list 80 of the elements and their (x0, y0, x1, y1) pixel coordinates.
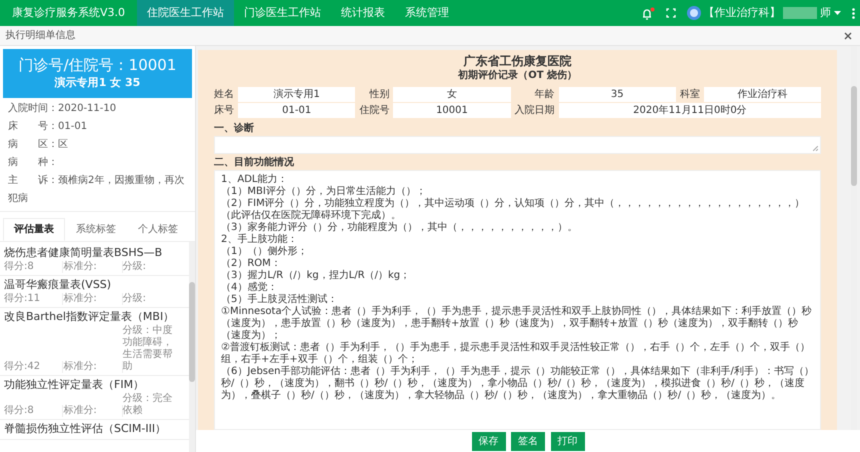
nav-tab[interactable]: 门诊医生工作站 (234, 0, 332, 26)
info-row-text: 病 区：区 (7, 138, 69, 152)
document-title: 广东省工伤康复医院 (462, 54, 573, 69)
field-label: 床号 (214, 104, 234, 118)
avatar-icon[interactable] (686, 6, 700, 20)
blurred-block (783, 7, 817, 19)
info-row-text: 入院时间：2020-11-10 (7, 102, 118, 116)
patient-summary: 演示专用1 女 35 (54, 75, 142, 91)
action-button[interactable]: 签名 (511, 432, 545, 450)
nav-tab[interactable]: 住院医生工作站 (137, 0, 234, 26)
scale-title: 功能独立性评定量表（FIM） (4, 377, 146, 393)
text-line: （1）（）侧外形； (221, 246, 308, 258)
user-name[interactable]: 师 (820, 4, 831, 22)
field-label: 住院号 (359, 104, 390, 118)
text-line: （3）握力L/R（/）kg，捏力L/R（/）kg； (221, 270, 412, 282)
text-line: （2）ROM： (221, 258, 282, 270)
field-label: 性别 (368, 88, 390, 102)
score-text: 得分:42 (4, 361, 64, 374)
text-line: （2）FIM评分（）分，功能独立程度为（），其中运动项（）分，认知项（）分，其中（，，，，，，，，，，，，，，，，，，）（此评估仅在医院无障碍环境下完成）。 (221, 198, 806, 222)
field-value: 10001 (393, 103, 511, 118)
info-row-text: 床 号：01-01 (7, 120, 88, 134)
side-tab[interactable]: 系统标签 (64, 218, 127, 240)
standard-score-text: 标准分: (63, 405, 123, 418)
field-label: 姓名 (214, 88, 234, 102)
field-value: 2020年11月11日0时0分 (558, 103, 822, 118)
nav-tab[interactable]: 系统管理 (395, 0, 460, 26)
scrollbar[interactable] (189, 242, 195, 452)
scale-title: 改良Barthel指数评定量表（MBI） (4, 309, 176, 324)
score-text: 得分:8 (4, 261, 64, 274)
field-label: 年龄 (534, 88, 555, 102)
section-heading: 一、诊断 (214, 122, 255, 136)
standard-score-text: 标准分: (63, 261, 123, 274)
app-title: 康复诊疗服务系统V3.0 (11, 4, 126, 21)
field-value: 35 (558, 87, 676, 102)
menu-icon[interactable] (852, 8, 854, 18)
scale-title: 烧伤患者健康简明量表BSHS—B (4, 245, 164, 260)
standard-score-text: 标准分: (63, 361, 123, 374)
field-label: 入院日期 (514, 104, 555, 118)
nav-tab[interactable]: 统计报表 (331, 0, 396, 26)
side-tab[interactable]: 个人标签 (126, 218, 189, 240)
text-line: 2、手上肢功能： (221, 234, 298, 246)
info-row-text: 病 种： (7, 156, 59, 170)
fullscreen-icon[interactable] (666, 8, 676, 18)
document-subtitle: 初期评价记录（OT 烧伤） (456, 69, 578, 82)
text-line: （3）家务能力评分（）分，功能程度为（），其中（，，，，，，，，，，）。 (221, 222, 578, 234)
text-line: ①Minnesota个人试验：患者（）手为利手，（）手为患手，提示患手灵活性和双手上肢协同性（），具体结果如下：利手放置（）秒（速度为），患手放置（）秒（速度为），患手翻转+放置（）秒（速度为），双手翻转+放置（）秒（速度为），双手翻转（）秒（速度为）； (221, 306, 813, 342)
scale-item[interactable]: 脊髓损伤独立性评估（SCIM-III） (0, 420, 189, 440)
standard-score-text: 标准分: (63, 293, 123, 306)
field-value: 作业治疗科 (704, 87, 822, 102)
section-heading: 二、目前功能情况 (214, 156, 295, 170)
field-label: 科室 (680, 88, 700, 102)
text-line: （5）手上肢灵活性测试： (221, 294, 338, 306)
score-text: 得分:8 (4, 405, 64, 418)
score-text: 得分:11 (4, 293, 64, 306)
patient-number: 门诊号/住院号：10001 (18, 55, 178, 75)
field-value: 女 (393, 87, 511, 102)
text-line: （6）Jebsen手部功能评估：患者（）手为利手，（）手为患手，提示（）功能较正常（），具体结果如下（非利手/利手）：书写（）秒/（）秒，（速度为），翻书（）秒/（）秒，（速度为），拿小物品（）秒/（）秒，（速度为），模拟进食（）秒/（）秒，（速度为），叠棋子（）秒/（）秒，（速度为），拿大轻物品（）秒/（）秒，（速度为），拿大重物品（）秒/（）秒，（速度为）。 (221, 366, 814, 402)
info-row-text: 主 诉：颈椎病2年，因搬重物，再次犯病 (7, 174, 186, 206)
grade-text: 分级：中度功能障碍，生活需要帮助 (122, 325, 174, 374)
side-tab[interactable]: 评估量表 (2, 218, 65, 240)
text-line: ②普渡钉板测试：患者（）手为利手，（）手为患手，提示患手灵活性和双手灵活性较正常（），右手（）个，左手（）个，双手（）组，右手+左手+双手（）个，组装（）个； (221, 342, 811, 366)
scale-title: 脊髓损伤独立性评估（SCIM-III） (4, 421, 168, 438)
scale-title: 温哥华瘢痕量表(VSS) (4, 277, 112, 292)
text-line: （1）MBI评分（）分，为日常生活能力（）； (221, 186, 427, 198)
resize-grip-icon[interactable] (813, 146, 818, 151)
breadcrumb-title: 执行明细单信息 (6, 28, 76, 43)
text-area[interactable] (214, 170, 822, 430)
action-button[interactable]: 打印 (550, 432, 584, 450)
caret-icon[interactable] (834, 11, 840, 15)
grade-text: 分级: (122, 261, 148, 274)
grade-text: 分级：完全依赖 (122, 393, 174, 418)
action-button[interactable]: 保存 (472, 432, 506, 450)
field-value: 01-01 (238, 103, 356, 118)
bell-icon[interactable] (640, 6, 654, 20)
text-line: 1、ADL能力： (221, 174, 288, 186)
close-icon[interactable] (844, 32, 852, 40)
grade-text: 分级: (122, 293, 148, 306)
text-line: （4）感觉： (221, 282, 278, 294)
user-department: 【作业治疗科】 (703, 4, 780, 21)
field-value: 演示专用1 (238, 87, 356, 102)
